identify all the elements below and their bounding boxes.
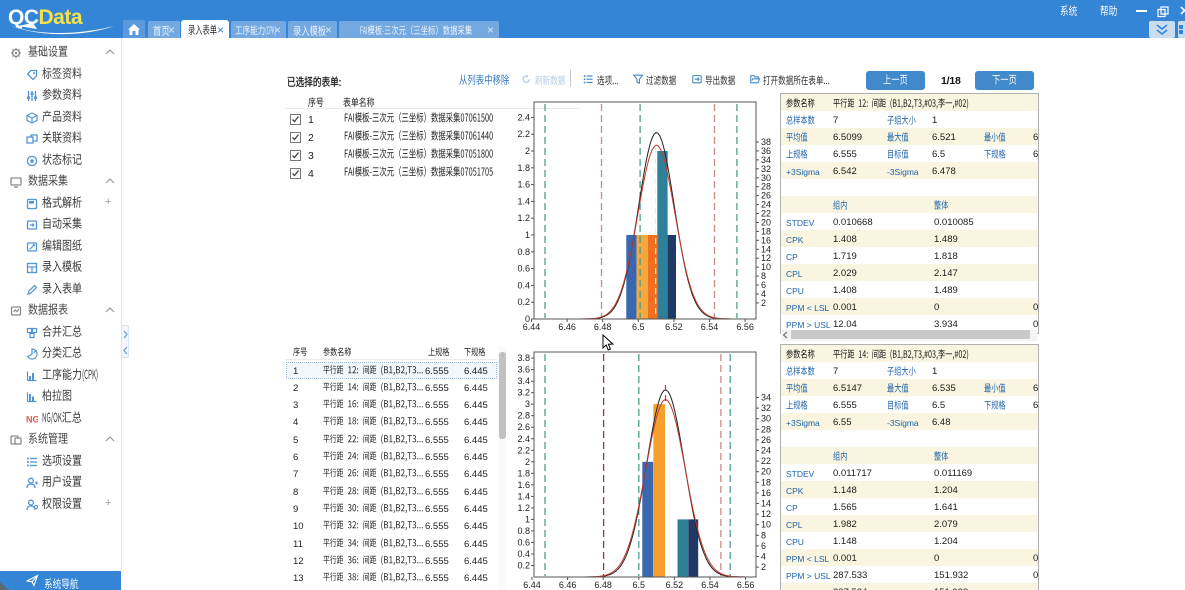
svg-text:1.8: 1.8 — [517, 468, 530, 478]
svg-text:6.48: 6.48 — [594, 322, 612, 332]
svg-text:20: 20 — [761, 466, 771, 476]
svg-text:0.8: 0.8 — [517, 525, 530, 535]
svg-text:3.6: 3.6 — [517, 364, 530, 374]
svg-text:6.56: 6.56 — [736, 580, 754, 590]
svg-text:24: 24 — [761, 445, 771, 455]
svg-text:0.4: 0.4 — [517, 280, 530, 290]
svg-text:34: 34 — [761, 392, 771, 402]
svg-text:3: 3 — [524, 399, 529, 409]
svg-text:1.6: 1.6 — [517, 180, 530, 190]
svg-text:30: 30 — [761, 413, 771, 423]
svg-text:22: 22 — [761, 456, 771, 466]
svg-text:6.48: 6.48 — [594, 580, 612, 590]
svg-text:4: 4 — [761, 551, 766, 561]
svg-text:10: 10 — [761, 519, 771, 529]
svg-text:2.8: 2.8 — [517, 410, 530, 420]
svg-text:0.8: 0.8 — [517, 247, 530, 257]
svg-text:0.6: 0.6 — [517, 537, 530, 547]
svg-text:2: 2 — [524, 456, 529, 466]
svg-text:2.2: 2.2 — [517, 129, 530, 139]
svg-text:2.2: 2.2 — [517, 445, 530, 455]
svg-text:6.54: 6.54 — [701, 580, 719, 590]
svg-text:6.44: 6.44 — [523, 580, 541, 590]
svg-text:1: 1 — [524, 514, 529, 524]
svg-text:6.46: 6.46 — [558, 322, 576, 332]
svg-text:28: 28 — [761, 424, 771, 434]
svg-text:3.2: 3.2 — [517, 387, 530, 397]
svg-text:8: 8 — [761, 530, 766, 540]
svg-text:32: 32 — [761, 403, 771, 413]
svg-text:1.2: 1.2 — [517, 502, 530, 512]
svg-text:1.4: 1.4 — [517, 196, 530, 206]
svg-text:1.2: 1.2 — [517, 213, 530, 223]
svg-text:12: 12 — [761, 509, 771, 519]
svg-text:1.6: 1.6 — [517, 479, 530, 489]
svg-text:2.6: 2.6 — [517, 422, 530, 432]
svg-text:14: 14 — [761, 498, 771, 508]
svg-text:3.4: 3.4 — [517, 376, 530, 386]
svg-text:6.5: 6.5 — [632, 580, 645, 590]
svg-text:6.54: 6.54 — [701, 322, 719, 332]
svg-text:6.46: 6.46 — [558, 580, 576, 590]
svg-text:1: 1 — [525, 230, 530, 240]
svg-text:16: 16 — [761, 487, 771, 497]
svg-text:2: 2 — [761, 298, 766, 308]
svg-text:6.5: 6.5 — [632, 322, 645, 332]
svg-text:6.52: 6.52 — [665, 322, 683, 332]
svg-text:0.2: 0.2 — [517, 560, 530, 570]
svg-text:NG: NG — [26, 414, 38, 424]
svg-text:2: 2 — [761, 562, 766, 572]
svg-text:2.4: 2.4 — [517, 112, 530, 122]
svg-text:1.4: 1.4 — [517, 491, 530, 501]
svg-text:2.4: 2.4 — [517, 433, 530, 443]
svg-text:0.2: 0.2 — [517, 297, 530, 307]
svg-text:6: 6 — [761, 540, 766, 550]
svg-text:6.56: 6.56 — [736, 322, 754, 332]
svg-text:6.44: 6.44 — [523, 322, 541, 332]
svg-text:18: 18 — [761, 477, 771, 487]
svg-text:0.6: 0.6 — [517, 264, 530, 274]
svg-text:6.52: 6.52 — [665, 580, 683, 590]
svg-text:2: 2 — [525, 146, 530, 156]
svg-text:0.4: 0.4 — [517, 549, 530, 559]
svg-text:1.8: 1.8 — [517, 163, 530, 173]
svg-text:3.8: 3.8 — [517, 353, 530, 363]
svg-text:26: 26 — [761, 434, 771, 444]
